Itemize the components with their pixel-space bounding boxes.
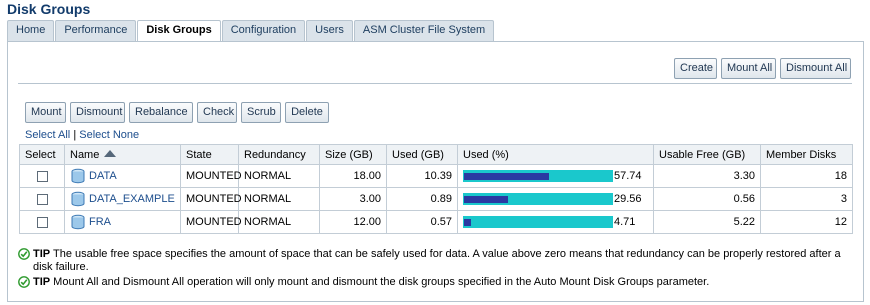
disk-groups-table: Select Name State Redundancy Size (GB) U… <box>19 144 853 234</box>
col-used-pct: Used (%) <box>457 144 654 165</box>
redundancy-cell: NORMAL <box>238 164 320 188</box>
usage-pct-label: 29.56 <box>614 193 642 206</box>
used-pct-cell: 29.56 <box>457 187 654 211</box>
usage-bar <box>463 193 613 206</box>
col-state: State <box>180 144 239 165</box>
state-cell: MOUNTED <box>180 164 242 188</box>
row-checkbox[interactable] <box>37 193 48 205</box>
used-cell: 0.57 <box>386 210 458 234</box>
col-used: Used (GB) <box>386 144 458 165</box>
row-select-cell <box>19 210 65 234</box>
member-disks-cell: 3 <box>760 187 853 211</box>
row-select-cell <box>19 164 65 188</box>
tab-bar: Home Performance Disk Groups Configurati… <box>7 20 495 42</box>
table-row: FRA MOUNTED NORMAL 12.00 0.57 4.71 5.22 … <box>19 210 853 234</box>
size-cell: 3.00 <box>319 187 387 211</box>
redundancy-cell: NORMAL <box>238 210 320 234</box>
usage-bar <box>463 170 613 183</box>
disk-group-icon <box>71 168 85 184</box>
name-cell: FRA <box>64 210 181 234</box>
table-row: DATA MOUNTED NORMAL 18.00 10.39 57.74 3.… <box>19 164 853 188</box>
col-redundancy: Redundancy <box>238 144 320 165</box>
state-cell: MOUNTED <box>180 187 242 211</box>
row-select-cell <box>19 187 65 211</box>
tip-usable-free: TIP The usable free space specifies the … <box>18 248 848 274</box>
select-none-link[interactable]: Select None <box>79 129 139 141</box>
usage-bar-fill <box>464 173 549 181</box>
tip-check-icon <box>18 276 30 288</box>
rebalance-button[interactable]: Rebalance <box>129 102 193 123</box>
size-cell: 18.00 <box>319 164 387 188</box>
select-links: Select All | Select None <box>25 129 139 141</box>
page-title: Disk Groups <box>7 1 91 17</box>
name-cell: DATA_EXAMPLE <box>64 187 181 211</box>
mount-button[interactable]: Mount <box>25 102 66 123</box>
usage-pct-label: 4.71 <box>614 216 636 229</box>
size-cell: 12.00 <box>319 210 387 234</box>
tab-configuration[interactable]: Configuration <box>221 20 306 41</box>
select-separator: | <box>73 129 77 141</box>
col-size: Size (GB) <box>319 144 387 165</box>
col-select: Select <box>19 144 65 165</box>
col-member-disks: Member Disks <box>760 144 853 165</box>
member-disks-cell: 12 <box>760 210 853 234</box>
dismount-button[interactable]: Dismount <box>70 102 125 123</box>
tab-performance[interactable]: Performance <box>55 20 137 41</box>
used-cell: 0.89 <box>386 187 458 211</box>
usage-bar-fill <box>464 196 508 204</box>
tab-disk-groups[interactable]: Disk Groups <box>137 20 221 42</box>
used-cell: 10.39 <box>386 164 458 188</box>
disk-group-icon <box>71 214 85 230</box>
col-name[interactable]: Name <box>64 144 181 165</box>
tip-label: TIP <box>33 276 51 288</box>
tip-text: The usable free space specifies the amou… <box>33 248 841 273</box>
create-button[interactable]: Create <box>674 58 717 79</box>
table-row: DATA_EXAMPLE MOUNTED NORMAL 3.00 0.89 29… <box>19 187 853 211</box>
col-usable-free: Usable Free (GB) <box>653 144 761 165</box>
divider <box>18 83 852 84</box>
usable-free-cell: 0.56 <box>653 187 761 211</box>
table-header-row: Select Name State Redundancy Size (GB) U… <box>19 144 853 165</box>
disk-group-link[interactable]: DATA <box>89 170 117 182</box>
disk-groups-panel: Create Mount All Dismount All Mount Dism… <box>7 41 864 302</box>
tip-text: Mount All and Dismount All operation wil… <box>50 276 710 288</box>
disk-group-icon <box>71 191 85 207</box>
usable-free-cell: 3.30 <box>653 164 761 188</box>
scrub-button[interactable]: Scrub <box>241 102 281 123</box>
select-all-link[interactable]: Select All <box>25 129 70 141</box>
disk-group-link[interactable]: FRA <box>89 216 111 228</box>
row-checkbox[interactable] <box>37 170 48 182</box>
col-name-label: Name <box>70 148 100 161</box>
tab-users[interactable]: Users <box>306 20 353 41</box>
usage-bar-fill <box>464 219 471 227</box>
row-checkbox[interactable] <box>37 216 48 228</box>
usable-free-cell: 5.22 <box>653 210 761 234</box>
tip-label: TIP <box>33 248 51 260</box>
tip-mount-all: TIP Mount All and Dismount All operation… <box>18 276 848 289</box>
state-cell: MOUNTED <box>180 210 242 234</box>
tab-home[interactable]: Home <box>7 20 55 41</box>
sort-ascending-icon[interactable] <box>104 149 117 157</box>
used-pct-cell: 4.71 <box>457 210 654 234</box>
check-button[interactable]: Check <box>197 102 237 123</box>
disk-group-link[interactable]: DATA_EXAMPLE <box>89 193 175 205</box>
member-disks-cell: 18 <box>760 164 853 188</box>
dismount-all-button[interactable]: Dismount All <box>780 58 851 79</box>
redundancy-cell: NORMAL <box>238 187 320 211</box>
delete-button[interactable]: Delete <box>285 102 329 123</box>
usage-bar <box>463 216 613 229</box>
tab-asm-cluster-file-system[interactable]: ASM Cluster File System <box>353 20 495 41</box>
name-cell: DATA <box>64 164 181 188</box>
mount-all-button[interactable]: Mount All <box>721 58 776 79</box>
tip-check-icon <box>18 248 30 260</box>
usage-pct-label: 57.74 <box>614 170 642 183</box>
used-pct-cell: 57.74 <box>457 164 654 188</box>
